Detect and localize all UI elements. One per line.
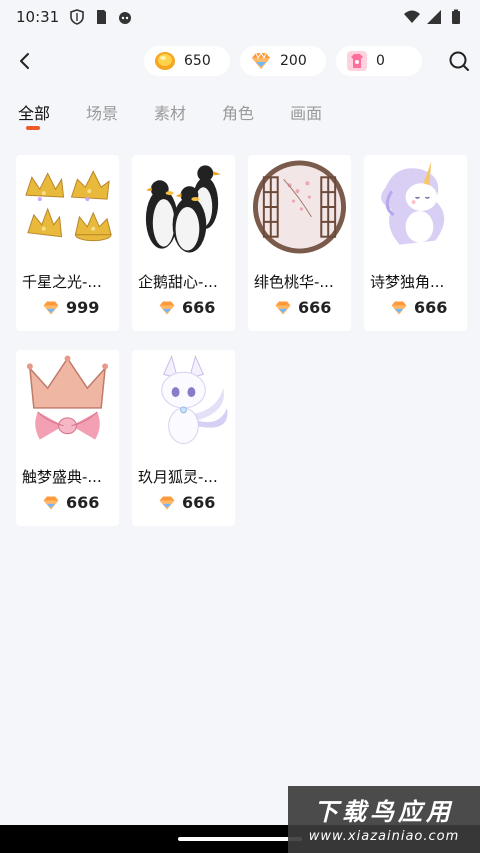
tab-scene[interactable]: 场景	[86, 100, 118, 124]
gold-coin-balance[interactable]: 650	[144, 46, 230, 76]
gold-coin-value: 650	[184, 53, 211, 69]
tab-material[interactable]: 素材	[154, 100, 186, 124]
diamond-gem-icon	[43, 495, 59, 510]
round-window-image	[252, 160, 347, 254]
product-price: 666	[390, 298, 447, 317]
product-price: 666	[274, 298, 331, 317]
chevron-left-icon	[20, 53, 29, 69]
product-name: 玖月狐灵-...	[138, 468, 218, 486]
tab-label: 全部	[18, 104, 51, 123]
gold-coin-icon	[155, 52, 175, 70]
status-time: 10:31	[16, 8, 60, 26]
battery-icon	[452, 9, 460, 24]
diamond-gem-icon	[159, 300, 175, 315]
home-gesture-pill[interactable]	[178, 837, 302, 841]
bow-crown-image	[26, 355, 109, 440]
product-price: 666	[158, 298, 215, 317]
product-price: 666	[42, 493, 99, 512]
diamond-gem-icon	[275, 300, 291, 315]
watermark: 下载鸟应用 www.xiazainiao.com	[288, 786, 480, 853]
shirt-ticket-icon	[347, 51, 367, 71]
product-card[interactable]: 诗梦独角... 666	[364, 155, 467, 331]
shirt-ticket-value: 0	[376, 53, 385, 69]
category-tabs: 全部 场景 素材 角色 画面	[18, 100, 358, 130]
product-price: 666	[158, 493, 215, 512]
product-price: 999	[42, 298, 99, 317]
status-bar: 10:31	[0, 0, 480, 34]
price-value: 666	[182, 493, 216, 512]
product-name: 诗梦独角...	[370, 273, 445, 291]
price-value: 999	[66, 298, 100, 317]
shield-icon	[70, 9, 85, 25]
watermark-title: 下载鸟应用	[314, 798, 454, 826]
product-card[interactable]: 玖月狐灵-... 666	[132, 350, 235, 526]
signal-icon	[427, 10, 441, 24]
cat-face-icon	[119, 12, 132, 24]
diamond-value: 200	[280, 53, 307, 69]
search-button[interactable]	[446, 48, 472, 74]
back-button[interactable]	[12, 48, 38, 74]
status-right-icons	[404, 9, 464, 25]
product-card[interactable]: 千星之光-... 999	[16, 155, 119, 331]
diamond-gem-icon	[252, 52, 270, 69]
tab-active-indicator	[26, 126, 40, 130]
status-left-icons	[69, 9, 133, 25]
top-bar: 650 200 0	[0, 44, 480, 78]
sd-card-icon	[97, 10, 107, 24]
product-name: 千星之光-...	[22, 273, 102, 291]
product-name: 触梦盛典-...	[22, 468, 102, 486]
product-name: 企鹅甜心-...	[138, 273, 218, 291]
wifi-icon	[404, 10, 420, 23]
tab-all[interactable]: 全部	[18, 100, 51, 130]
watermark-url: www.xiazainiao.com	[308, 829, 460, 844]
price-value: 666	[414, 298, 448, 317]
product-name: 绯色桃华-...	[254, 273, 334, 291]
diamond-gem-icon	[43, 300, 59, 315]
tab-frame[interactable]: 画面	[290, 100, 322, 124]
diamond-balance[interactable]: 200	[240, 46, 326, 76]
tab-label: 画面	[290, 104, 323, 123]
price-value: 666	[182, 298, 216, 317]
shirt-ticket-balance[interactable]: 0	[336, 46, 422, 76]
unicorn-image	[381, 161, 445, 245]
tab-label: 素材	[154, 104, 187, 123]
price-value: 666	[66, 493, 100, 512]
price-value: 666	[298, 298, 332, 317]
tab-label: 场景	[86, 104, 119, 123]
product-card[interactable]: 绯色桃华-... 666	[248, 155, 351, 331]
product-card[interactable]: 触梦盛典-... 666	[16, 350, 119, 526]
tab-label: 角色	[222, 104, 255, 123]
fox-spirit-image	[161, 354, 228, 445]
search-icon	[449, 51, 469, 71]
diamond-gem-icon	[391, 300, 407, 315]
diamond-gem-icon	[159, 495, 175, 510]
golden-crowns-image	[25, 170, 112, 242]
tab-character[interactable]: 角色	[222, 100, 254, 124]
product-card[interactable]: 企鹅甜心-... 666	[132, 155, 235, 331]
penguins-image	[145, 165, 222, 253]
